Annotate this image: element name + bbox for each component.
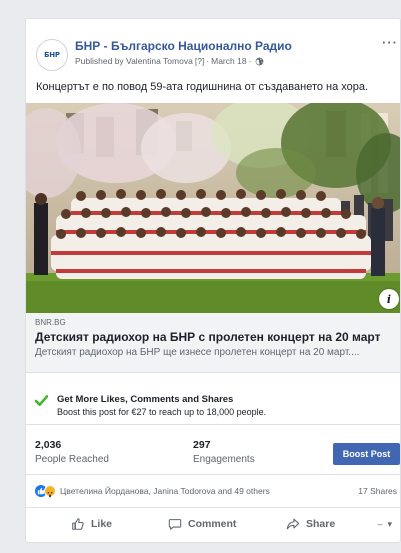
comment-label: Comment [188,518,237,530]
post-insights: 2,036 People Reached 297 Engagements Boo… [26,435,400,475]
engagements-stat[interactable]: 297 Engagements [193,439,255,465]
share-button[interactable]: Share [286,517,335,531]
choir-photo-image [26,103,400,313]
meta-separator: · [248,56,252,66]
link-description: Детският радиохор на БНР ще изнесе проле… [35,347,360,358]
reactions-bar: Цветелина Йорданова, Janina Todorova and… [26,481,400,503]
check-icon [35,395,48,406]
dash-icon: – [377,519,383,529]
promo-title: Get More Likes, Comments and Shares [57,394,234,405]
reaction-names[interactable]: Цветелина Йорданова, Janina Todorova and… [60,486,270,496]
comment-icon [168,519,182,530]
share-icon [286,518,300,530]
comment-button[interactable]: Comment [168,517,236,531]
published-by[interactable]: Published by Valentina Tomova [75,56,193,66]
boost-promotion: Get More Likes, Comments and Shares Boos… [26,385,400,425]
engagements-label: Engagements [193,454,255,465]
reach-label: People Reached [35,454,109,465]
wow-reaction-icon[interactable] [44,485,56,498]
globe-icon[interactable] [255,57,264,66]
post-photo[interactable]: i [26,103,400,313]
more-options-icon[interactable]: ··· [382,35,398,50]
link-title[interactable]: Детският радиохор на БНР с пролетен конц… [35,330,393,344]
post-header: БНР БНР - Българско Национално Радио Pub… [26,33,400,73]
reach-stat[interactable]: 2,036 People Reached [35,439,109,465]
like-icon [72,518,84,530]
like-button[interactable]: Like [71,517,112,531]
promo-subtitle: Boost this post for €27 to reach up to 1… [57,407,267,417]
audience-dropdown[interactable]: – ▾ [377,519,392,530]
link-preview[interactable]: BNR.BG Детският радиохор на БНР с пролет… [26,313,400,373]
post-actions: Like Comment Share – ▾ [26,507,400,542]
like-label: Like [91,518,113,530]
avatar-logo-text: БНР [44,51,60,59]
boost-post-button[interactable]: Boost Post [333,443,400,465]
meta-separator: · [206,56,210,66]
reach-value: 2,036 [35,439,62,451]
post-card: БНР БНР - Българско Национално Радио Pub… [25,18,401,543]
published-marker[interactable]: [?] [195,56,204,66]
post-meta: Published by Valentina Tomova [?] · Marc… [75,56,264,66]
link-domain: BNR.BG [35,318,66,327]
info-icon[interactable]: i [379,289,399,309]
engagements-value: 297 [193,439,211,451]
dropdown-icon: ▾ [387,519,392,529]
shares-count[interactable]: 17 Shares [358,486,397,496]
page-avatar[interactable]: БНР [36,39,68,71]
post-text: Концертът е по повод 59-ата годишнина от… [36,81,369,93]
page-name-link[interactable]: БНР - Българско Национално Радио [75,39,292,53]
post-date[interactable]: March 18 [211,56,246,66]
share-label: Share [306,518,336,530]
